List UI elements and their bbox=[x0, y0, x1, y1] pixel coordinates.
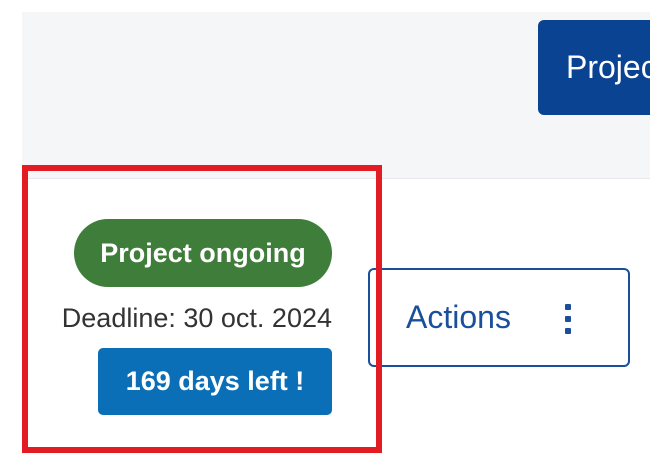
actions-label: Actions bbox=[406, 299, 511, 335]
kebab-dot bbox=[565, 304, 571, 310]
actions-button[interactable]: Actions bbox=[368, 268, 630, 367]
screen: Projects Project ongoing Deadline: 30 oc… bbox=[0, 0, 650, 457]
kebab-dot bbox=[565, 328, 571, 334]
status-highlight-box bbox=[22, 165, 382, 453]
projects-button[interactable]: Projects bbox=[538, 20, 650, 115]
top-band bbox=[0, 0, 650, 12]
left-edge bbox=[0, 0, 22, 457]
kebab-vertical-icon bbox=[564, 304, 572, 334]
kebab-dot bbox=[565, 316, 571, 322]
